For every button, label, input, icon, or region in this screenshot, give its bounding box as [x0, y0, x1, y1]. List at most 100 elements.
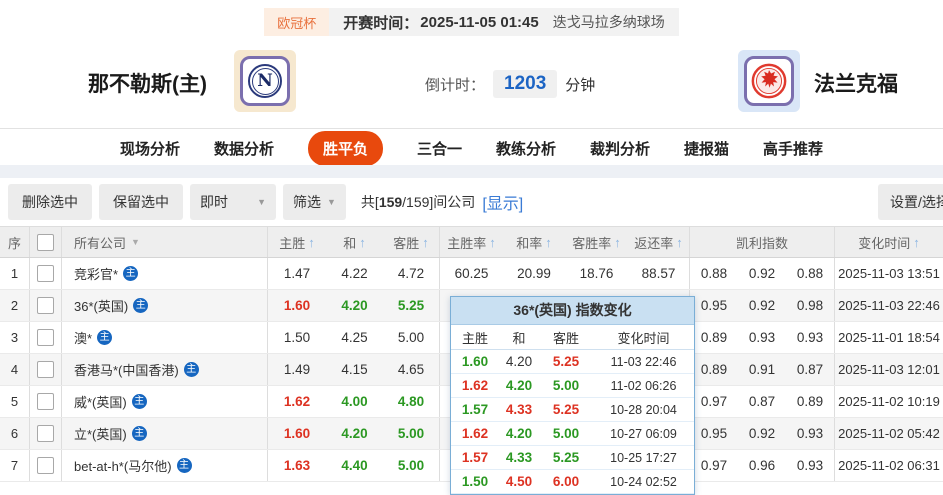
kelly-cell: 0.97 0.87 0.89 [690, 386, 835, 417]
tab-win-draw-lose[interactable]: 胜平负 [307, 130, 383, 166]
select-all-checkbox[interactable] [37, 233, 54, 251]
change-time-cell: 2025-11-02 10:19 [838, 394, 940, 409]
row-checkbox[interactable] [37, 393, 54, 410]
odds-away[interactable]: 4.65 [383, 354, 440, 385]
popup-odds-home: 1.60 [461, 354, 489, 369]
away-rate-cell: 18.76 [579, 266, 614, 281]
match-info-bar: 欧冠杯 开赛时间： 2025-11-05 01:45 迭戈马拉多纳球场 [0, 8, 943, 36]
row-checkbox[interactable] [37, 361, 54, 378]
company-cell[interactable]: 36*(英国) 主 [62, 290, 268, 321]
popup-odds-away: 5.00 [552, 378, 580, 393]
popup-column-header-draw: 和 [512, 330, 526, 346]
popup-column-header-away: 客胜 [552, 330, 579, 346]
odds-draw[interactable]: 4.20 [326, 418, 383, 449]
row-checkbox[interactable] [37, 297, 54, 314]
company-cell[interactable]: 香港马*(中国香港) 主 [62, 354, 268, 385]
league-badge[interactable]: 欧冠杯 [264, 8, 330, 36]
row-checkbox[interactable] [37, 425, 54, 442]
kelly-cell: 0.89 0.91 0.87 [690, 354, 835, 385]
kelly-value: 0.88 [700, 266, 728, 281]
popup-change-time: 10-27 06:09 [610, 426, 677, 441]
company-cell[interactable]: 立*(英国) 主 [62, 418, 268, 449]
column-header-no[interactable]: 序 [0, 227, 30, 257]
tab-three-in-one[interactable]: 三合一 [417, 138, 462, 159]
company-cell[interactable]: 澳* 主 [62, 322, 268, 353]
main-company-badge: 主 [133, 298, 149, 313]
tab-referee-analysis[interactable]: 裁判分析 [590, 138, 650, 159]
column-header-company[interactable]: 所有公司 ▼ [62, 227, 268, 257]
tab-coach-analysis[interactable]: 教练分析 [496, 138, 556, 159]
row-number: 7 [0, 450, 30, 481]
row-checkbox[interactable] [37, 329, 54, 346]
odds-home[interactable]: 1.60 [268, 418, 326, 449]
odds-away[interactable]: 5.00 [383, 450, 440, 481]
settings-button[interactable]: 设置/选择 [878, 184, 943, 220]
odds-draw[interactable]: 4.00 [326, 386, 383, 417]
kelly-cell: 0.97 0.96 0.93 [690, 450, 835, 481]
column-header-check[interactable] [30, 227, 62, 257]
odds-home[interactable]: 1.62 [268, 386, 326, 417]
odds-draw[interactable]: 4.25 [326, 322, 383, 353]
odds-home[interactable]: 1.49 [268, 354, 326, 385]
tab-live-analysis[interactable]: 现场分析 [120, 138, 180, 159]
column-header-home-rate[interactable]: 主胜率 ↑ [440, 227, 503, 257]
column-header-return-rate[interactable]: 返还率 ↑ [628, 227, 690, 257]
odds-home[interactable]: 1.47 [268, 258, 326, 289]
column-header-draw[interactable]: 和 ↑ [326, 227, 383, 257]
odds-away[interactable]: 4.72 [383, 258, 440, 289]
popup-history-row: 1.62 4.20 5.00 11-02 06:26 [451, 374, 694, 398]
row-checkbox-cell [30, 322, 62, 353]
show-link[interactable]: [显示] [482, 190, 523, 214]
filter-caret-icon: ▼ [131, 237, 140, 247]
popup-odds-away: 6.00 [552, 474, 580, 489]
odds-away[interactable]: 5.00 [383, 322, 440, 353]
odds-home[interactable]: 1.63 [268, 450, 326, 481]
odds-away[interactable]: 5.00 [383, 418, 440, 449]
odds-draw[interactable]: 4.20 [326, 290, 383, 321]
delete-selected-button[interactable]: 删除选中 [8, 184, 92, 220]
odds-away[interactable]: 5.25 [383, 290, 440, 321]
row-number: 6 [0, 418, 30, 449]
change-time-cell: 2025-11-01 18:54 [838, 330, 940, 345]
kelly-value: 0.89 [700, 330, 728, 345]
odds-home[interactable]: 1.60 [268, 290, 326, 321]
kelly-value: 0.98 [796, 298, 824, 313]
column-header-away-rate[interactable]: 客胜率 ↑ [565, 227, 628, 257]
column-header-kelly[interactable]: 凯利指数 [690, 227, 835, 257]
row-number: 4 [0, 354, 30, 385]
company-name: 威*(英国) [74, 395, 127, 410]
home-team-name: 那不勒斯(主) [88, 73, 207, 96]
company-cell[interactable]: bet-at-h*(马尔他) 主 [62, 450, 268, 481]
row-number: 5 [0, 386, 30, 417]
popup-title: 36*(英国) 指数变化 [451, 297, 694, 325]
filter-dropdown[interactable]: 筛选 ▼ [283, 184, 346, 220]
odds-home[interactable]: 1.50 [268, 322, 326, 353]
sort-arrow-icon: ↑ [359, 234, 366, 250]
keep-selected-button[interactable]: 保留选中 [99, 184, 183, 220]
odds-away[interactable]: 4.80 [383, 386, 440, 417]
main-company-badge: 主 [183, 362, 199, 377]
odds-draw[interactable]: 4.22 [326, 258, 383, 289]
row-number: 1 [0, 258, 30, 289]
row-checkbox[interactable] [37, 457, 54, 474]
company-cell[interactable]: 威*(英国) 主 [62, 386, 268, 417]
odds-draw[interactable]: 4.15 [326, 354, 383, 385]
tab-jiebao-cat[interactable]: 捷报猫 [684, 138, 729, 159]
column-header-draw-rate[interactable]: 和率 ↑ [503, 227, 565, 257]
row-checkbox[interactable] [37, 265, 54, 282]
column-header-home[interactable]: 主胜 ↑ [268, 227, 326, 257]
odds-draw[interactable]: 4.40 [326, 450, 383, 481]
tab-data-analysis[interactable]: 数据分析 [214, 138, 274, 159]
company-cell[interactable]: 竞彩官* 主 [62, 258, 268, 289]
tab-expert-picks[interactable]: 高手推荐 [763, 138, 823, 159]
column-header-change-time[interactable]: 变化时间 ↑ [835, 227, 943, 257]
draw-rate-cell: 20.99 [517, 266, 551, 281]
company-name: bet-at-h*(马尔他) [74, 459, 172, 474]
main-company-badge: 主 [97, 330, 113, 345]
main-company-badge: 主 [131, 426, 147, 441]
kickoff-strip: 开赛时间： 2025-11-05 01:45 迭戈马拉多纳球场 [329, 8, 679, 36]
popup-change-time: 10-25 17:27 [610, 450, 677, 465]
time-mode-dropdown[interactable]: 即时 ▼ [190, 184, 276, 220]
column-header-away[interactable]: 客胜 ↑ [383, 227, 440, 257]
table-header-row: 序 所有公司 ▼ 主胜 ↑ 和 ↑ 客胜 ↑ 主胜率 ↑ 和率 ↑ 客胜率 ↑ 返还率 ↑ 凯利指数 变化时间 ↑ [0, 226, 943, 258]
